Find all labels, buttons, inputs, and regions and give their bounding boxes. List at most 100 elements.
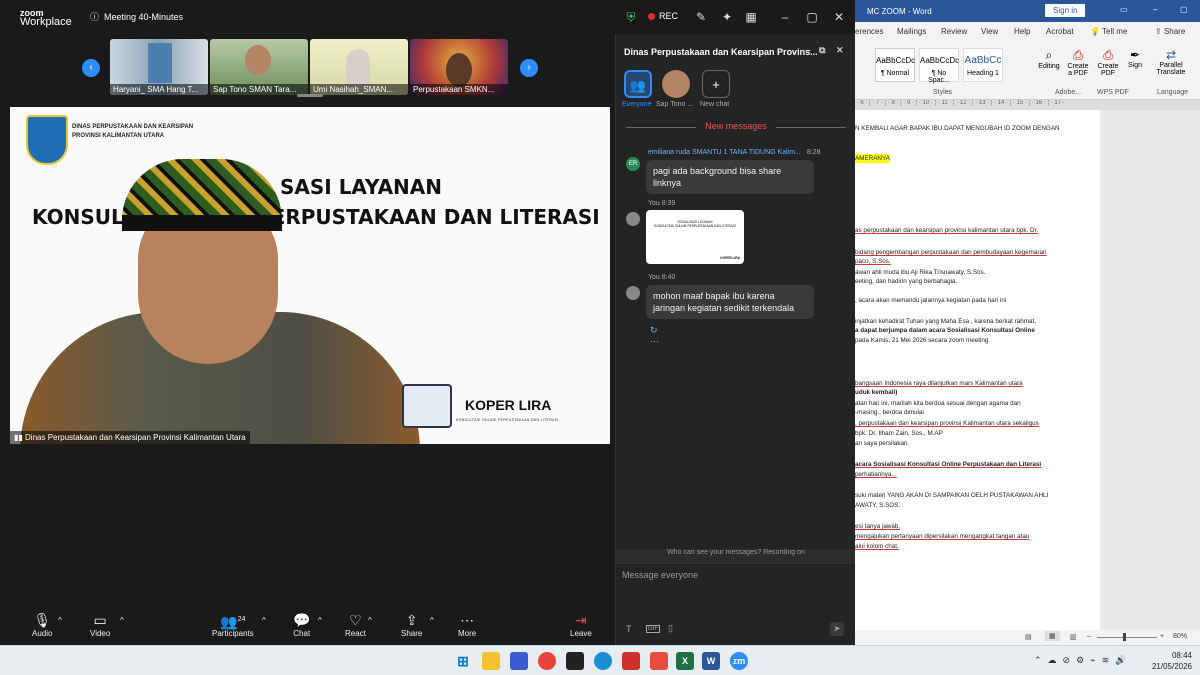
message-input[interactable]: Message everyone [622, 570, 698, 580]
annotate-icon[interactable]: ✎ [692, 8, 710, 26]
ribbon-display-icon[interactable]: ▭ [1120, 5, 1128, 14]
chat-more-icon[interactable]: ⋯ [802, 45, 811, 56]
message-text[interactable]: pagi ada background bisa share linknya [646, 160, 814, 194]
chat-composer: Message everyone T GIF ▯ ➤ [616, 563, 856, 645]
share-button[interactable]: ⇪ Share [1155, 27, 1185, 36]
parallel-translate-button[interactable]: ⇄ Parallel Translate [1151, 48, 1191, 76]
system-tray-icons[interactable]: ⌃☁⊘⚙⌁≋🔊 [1034, 655, 1132, 666]
visibility-notice[interactable]: Who can see your messages? Recording on [616, 549, 856, 563]
message-text[interactable]: mohon maaf bapak ibu karena jaringan keg… [646, 285, 814, 319]
file-explorer-icon[interactable] [482, 652, 500, 670]
layout-icon[interactable]: ▦ [742, 8, 760, 26]
audio-options-chevron-icon[interactable]: ^ [58, 616, 62, 625]
style-heading-1[interactable]: AaBbCc Heading 1 [963, 48, 1003, 82]
react-button[interactable]: ♡ React [345, 611, 366, 638]
maximize-icon[interactable]: ▢ [1180, 5, 1188, 14]
editing-button[interactable]: ⌕ Editing [1037, 48, 1061, 70]
close-chat-icon[interactable]: ✕ [836, 45, 844, 56]
shield-icon[interactable]: ⛨ [622, 8, 640, 26]
tell-me-box[interactable]: 💡 Tell me [1090, 27, 1127, 36]
style-name: Heading 1 [967, 70, 999, 77]
zoom-level[interactable]: 80% [1173, 633, 1187, 640]
sign-button[interactable]: ✒ Sign [1125, 48, 1145, 69]
doc-line: paco, S.Sos. [855, 258, 891, 265]
maximize-icon[interactable]: ▢ [803, 8, 821, 26]
file-icon[interactable]: ▯ [668, 623, 673, 634]
tab-everyone[interactable]: Everyone [622, 101, 652, 108]
web-layout-icon[interactable]: ▥ [1070, 633, 1077, 641]
snipping-tool-icon[interactable] [510, 652, 528, 670]
participants-button[interactable]: 👥24 Participants [212, 611, 254, 638]
everyone-tab-icon[interactable]: 👥 [624, 70, 652, 98]
participant-thumb[interactable]: Umi Nasihah_SMAN... [310, 39, 408, 95]
zoom-out-icon[interactable]: – [1087, 633, 1091, 640]
clock[interactable]: 08:44 21/05/2026 [1152, 650, 1192, 672]
more-button[interactable]: ⋯ More [458, 611, 476, 638]
participants-chevron-icon[interactable]: ^ [262, 616, 266, 625]
popout-icon[interactable]: ⧉ [819, 45, 825, 56]
wps-icon[interactable] [622, 652, 640, 670]
meeting-info[interactable]: ⓘ Meeting 40-Minutes [90, 10, 183, 23]
react-chevron-icon[interactable]: ^ [368, 616, 372, 625]
create-pdf-button[interactable]: ⎙ Create a PDF [1065, 48, 1091, 77]
style-no-spacing[interactable]: AaBbCcDc ¶ No Spac... [919, 48, 959, 84]
video-button[interactable]: ▭ Video [90, 611, 110, 638]
participant-thumb[interactable]: Sap Tono SMAN Tara... [210, 39, 308, 95]
leave-button[interactable]: ⇥ Leave [570, 611, 592, 638]
next-page-button[interactable]: › [520, 59, 538, 77]
print-layout-icon[interactable]: ▦ [1045, 631, 1060, 641]
zoom-slider-thumb[interactable] [1123, 633, 1126, 641]
gif-button[interactable]: GIF [646, 625, 660, 633]
word-ribbon: AaBbCcDc ¶ Normal AaBbCcDc ¶ No Spac... Aa… [855, 40, 1200, 100]
avatar [626, 286, 640, 300]
edge-icon[interactable] [594, 652, 612, 670]
excel-icon[interactable]: X [676, 652, 694, 670]
sign-in-button[interactable]: Sign in [1045, 4, 1086, 17]
magic-icon[interactable]: ✦ [718, 8, 736, 26]
chat-panel: Dinas Perpustakaan dan Kearsipan Provins… [615, 34, 856, 645]
document-page[interactable]: N KEMBALI AGAR BAPAK IBU DAPAT MENGUBAH … [855, 110, 1100, 630]
minimize-icon[interactable]: – [776, 8, 794, 26]
style-normal[interactable]: AaBbCcDc ¶ Normal [875, 48, 915, 82]
tab-view[interactable]: View [981, 27, 998, 36]
audio-button[interactable]: 🎙 Audio [32, 611, 52, 638]
avatar[interactable] [662, 70, 690, 98]
prev-page-button[interactable]: ‹ [82, 59, 100, 77]
tab-person[interactable]: Sap Tono ... [656, 101, 693, 108]
recording-indicator[interactable]: REC [648, 11, 678, 21]
video-options-chevron-icon[interactable]: ^ [120, 616, 124, 625]
tab-mailings[interactable]: Mailings [897, 27, 926, 36]
zoom-app-icon[interactable]: zm [730, 652, 748, 670]
participant-thumb[interactable]: Perpustakaan SMKN... [410, 39, 508, 95]
word-window: MC ZOOM - Word Sign in ▭ – ▢ erences Mai… [855, 0, 1200, 645]
who-can-see-text: Who can see your messages? Recording on [667, 549, 805, 556]
read-mode-icon[interactable]: ▤ [1025, 633, 1032, 641]
zoom-in-icon[interactable]: + [1160, 633, 1164, 640]
tab-help[interactable]: Help [1014, 27, 1030, 36]
format-text-icon[interactable]: T [626, 624, 632, 634]
tab-new-chat[interactable]: New chat [700, 101, 729, 108]
minimize-icon[interactable]: – [1153, 5, 1157, 14]
tab-references[interactable]: erences [855, 27, 883, 36]
reply-icon[interactable]: ↻ ⋯ [650, 325, 659, 347]
shared-image[interactable]: SOSIALISASI LAYANAN KONSULTASI ONLINE PE… [646, 210, 744, 264]
word-icon[interactable]: W [702, 652, 720, 670]
share-chevron-icon[interactable]: ^ [430, 616, 434, 625]
windows-start-icon[interactable]: ⊞ [454, 652, 472, 670]
chat-button[interactable]: 💬 Chat [293, 611, 310, 638]
chrome-icon[interactable] [538, 652, 556, 670]
resize-handle[interactable] [297, 94, 323, 97]
tab-review[interactable]: Review [941, 27, 967, 36]
tab-acrobat[interactable]: Acrobat [1046, 27, 1074, 36]
chat-chevron-icon[interactable]: ^ [318, 616, 322, 625]
participant-thumb[interactable]: Haryani_ SMA Hang T... [110, 39, 208, 95]
close-icon[interactable]: ✕ [830, 8, 848, 26]
photos-icon[interactable] [566, 652, 584, 670]
zoom-slider[interactable] [1097, 637, 1157, 638]
new-chat-icon[interactable]: + [702, 70, 730, 98]
share-button[interactable]: ⇪ Share [401, 611, 422, 638]
create-pdf-wps-button[interactable]: ⎙ Create PDF [1095, 48, 1121, 77]
send-icon[interactable]: ➤ [830, 622, 844, 636]
capture-icon[interactable] [650, 652, 668, 670]
ruler[interactable]: · 6 · ¦ · 7 · ¦ · 8 · ¦ · 9 · ¦ · 10 · ¦… [855, 100, 1200, 110]
